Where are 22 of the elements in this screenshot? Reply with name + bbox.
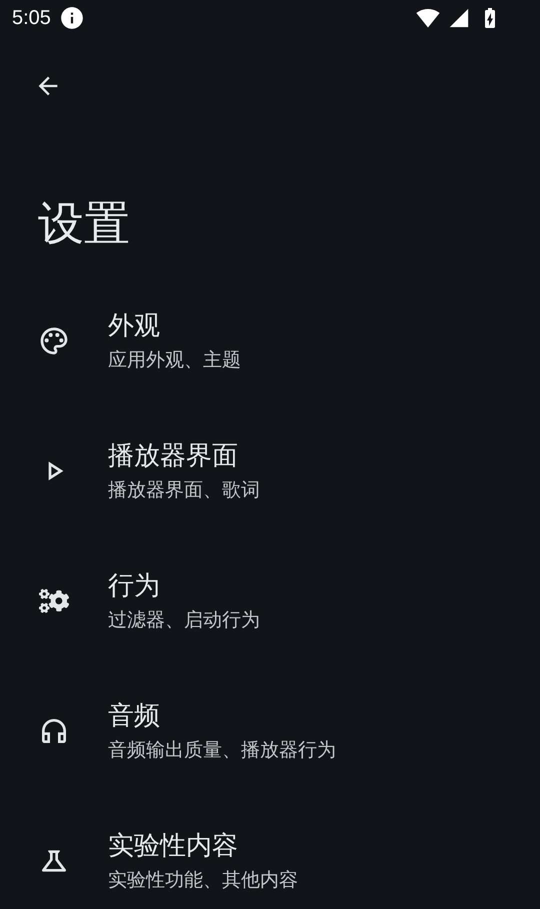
item-title: 行为 xyxy=(108,570,161,602)
gears-icon xyxy=(39,586,69,616)
palette-icon xyxy=(38,325,70,357)
settings-item[interactable]: 行为 过滤器、启动行为 xyxy=(0,570,540,632)
item-subtitle: 实验性功能、其他内容 xyxy=(108,868,298,892)
item-title: 播放器界面 xyxy=(108,440,239,472)
item-subtitle: 过滤器、启动行为 xyxy=(108,608,260,632)
item-subtitle: 应用外观、主题 xyxy=(108,348,241,372)
item-subtitle: 音频输出质量、播放器行为 xyxy=(108,738,336,762)
item-title: 音频 xyxy=(108,700,161,732)
settings-item[interactable]: 音频 音频输出质量、播放器行为 xyxy=(0,700,540,762)
signal-icon xyxy=(448,7,470,29)
settings-item[interactable]: 播放器界面 播放器界面、歌词 xyxy=(0,440,540,502)
settings-item[interactable]: 外观 应用外观、主题 xyxy=(0,310,540,372)
info-icon xyxy=(58,5,85,31)
wifi-icon xyxy=(416,6,440,30)
item-title: 实验性内容 xyxy=(108,830,239,862)
page-title: 设置 xyxy=(38,196,131,250)
status-time: 5:05 xyxy=(12,6,51,30)
settings-item[interactable]: 实验性内容 实验性功能、其他内容 xyxy=(0,830,540,892)
item-subtitle: 播放器界面、歌词 xyxy=(108,478,260,502)
item-title: 外观 xyxy=(108,310,161,342)
